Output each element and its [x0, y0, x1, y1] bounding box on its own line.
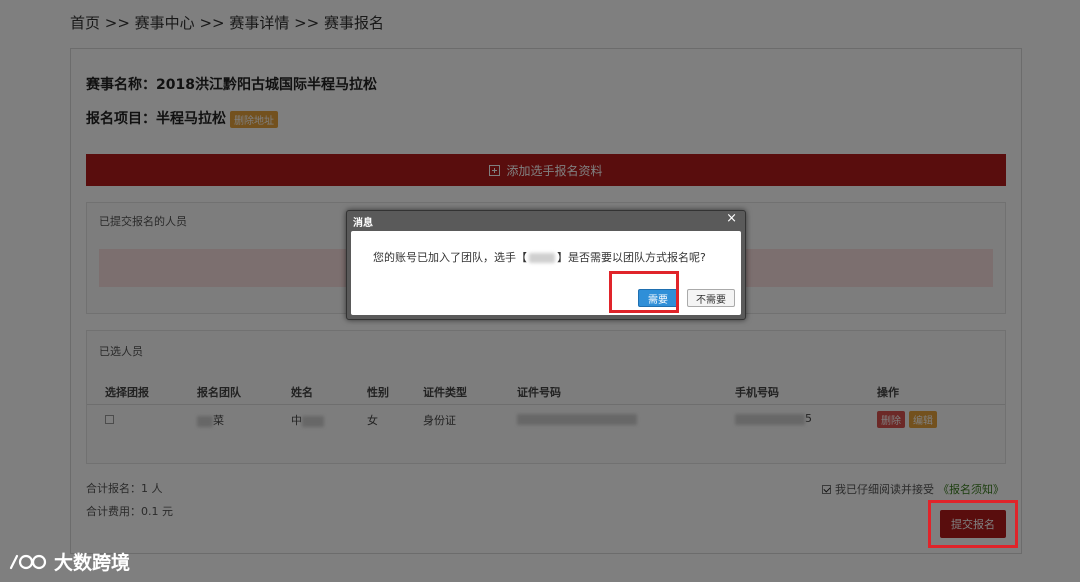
dialog-message-start: 您的账号已加入了团队，选手【 [373, 251, 527, 264]
message-dialog: 消息 × 您的账号已加入了团队，选手【 】是否需要以团队方式报名呢? 需要 不需要 [346, 210, 746, 320]
registration-page: 首页 >> 赛事中心 >> 赛事详情 >> 赛事报名 赛事名称：2018洪江黔阳… [0, 0, 1080, 582]
dialog-message: 您的账号已加入了团队，选手【 】是否需要以团队方式报名呢? [373, 249, 706, 265]
dialog-title: 消息 [353, 218, 373, 229]
blurred-player-name [529, 253, 555, 263]
watermark: 大数跨境 [8, 548, 130, 575]
watermark-logo-icon [9, 554, 47, 569]
submit-highlight-box [928, 500, 1018, 548]
dialog-message-end: 】是否需要以团队方式报名呢? [557, 251, 706, 264]
dialog-body: 您的账号已加入了团队，选手【 】是否需要以团队方式报名呢? 需要 不需要 [351, 231, 741, 315]
watermark-text: 大数跨境 [54, 552, 131, 574]
close-icon[interactable]: × [726, 212, 737, 226]
need-highlight-box [609, 271, 679, 313]
no-need-button[interactable]: 不需要 [687, 289, 735, 307]
